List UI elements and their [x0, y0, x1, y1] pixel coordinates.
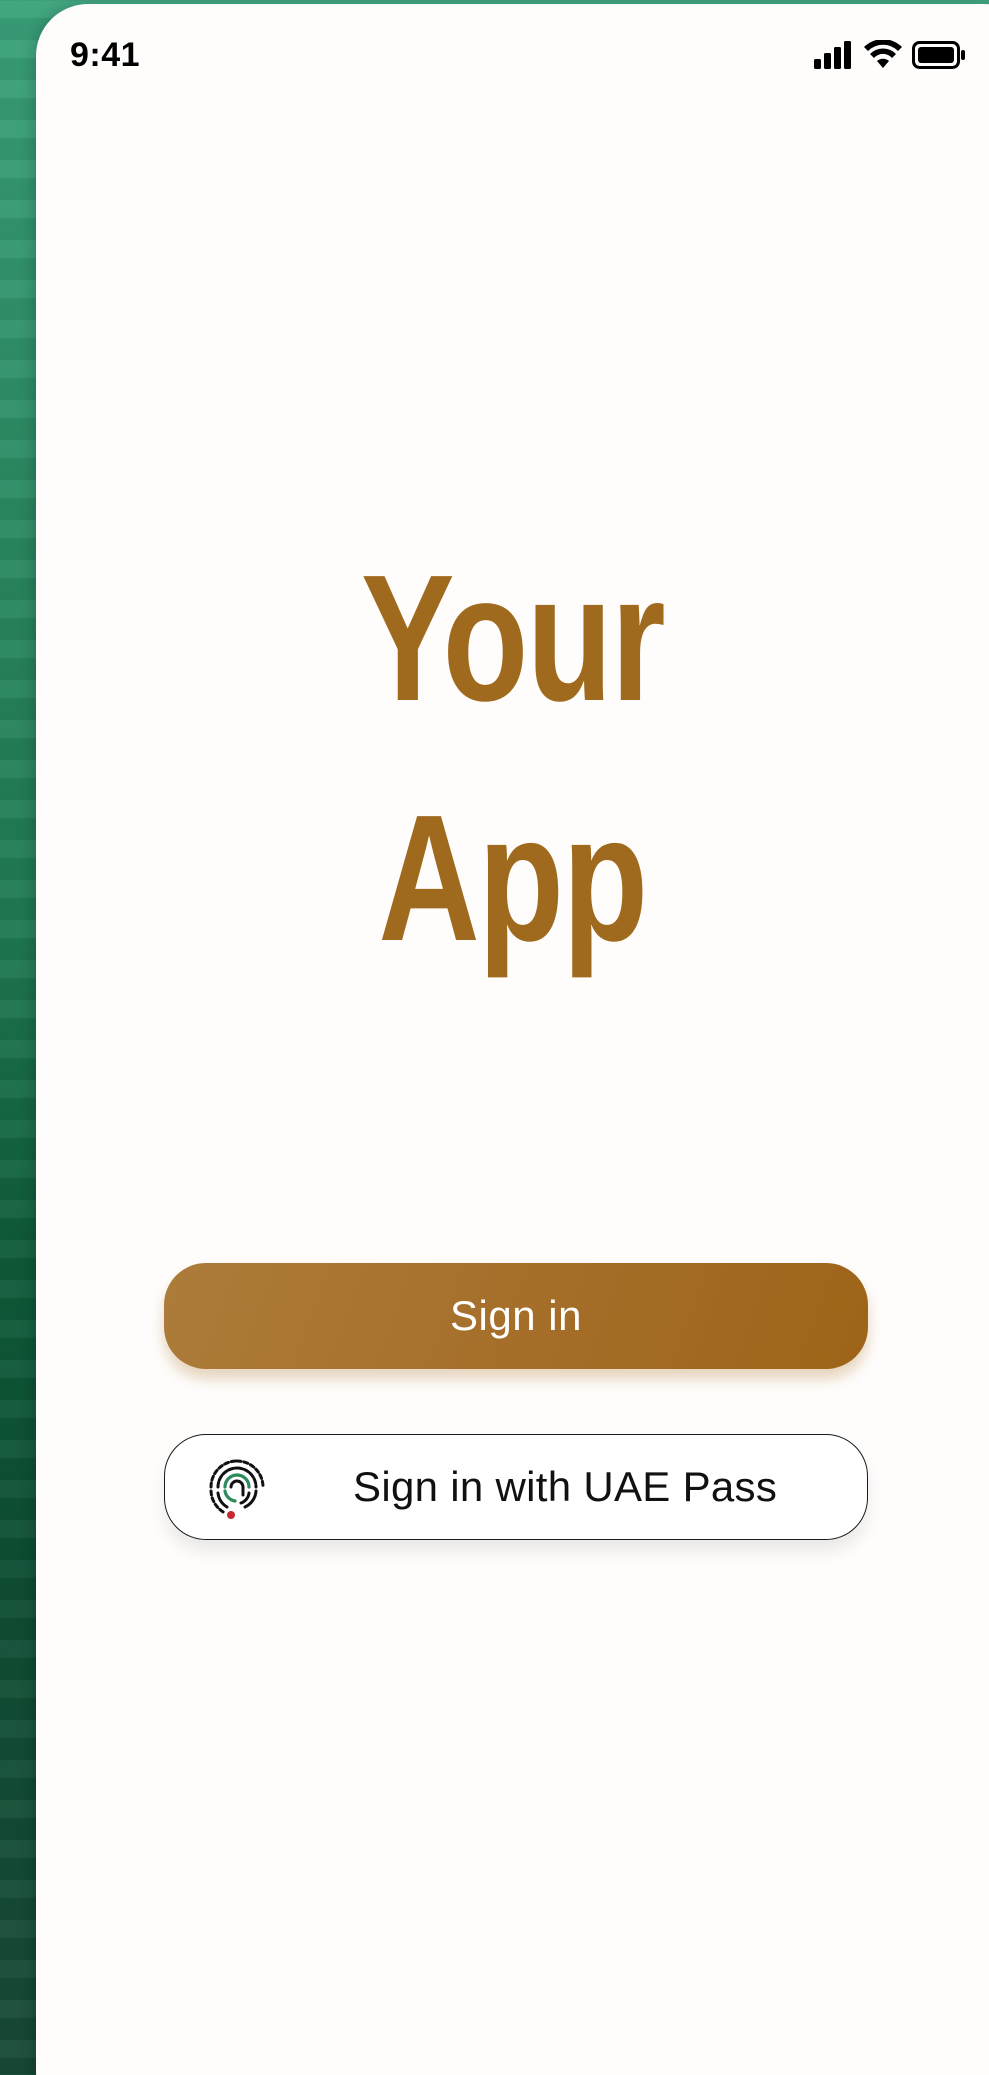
- app-title-line2: App: [378, 778, 648, 979]
- uae-pass-button-label: Sign in with UAE Pass: [353, 1463, 778, 1510]
- battery-icon: [912, 41, 966, 74]
- status-bar: 9:41: [36, 4, 989, 104]
- status-time: 9:41: [70, 36, 141, 74]
- wifi-icon: [864, 39, 902, 75]
- sign-in-button[interactable]: Sign in: [164, 1263, 868, 1369]
- status-icons: [814, 39, 966, 75]
- app-screen: 9:41 Your App Sign in Sign in with UAE P…: [36, 4, 989, 2075]
- signal-icon: [814, 41, 854, 74]
- fingerprint-icon: [205, 1455, 269, 1523]
- sign-in-button-label: Sign in: [450, 1292, 582, 1339]
- uae-pass-sign-in-button[interactable]: Sign in with UAE Pass: [164, 1434, 868, 1540]
- app-title-line1: Your: [360, 538, 666, 739]
